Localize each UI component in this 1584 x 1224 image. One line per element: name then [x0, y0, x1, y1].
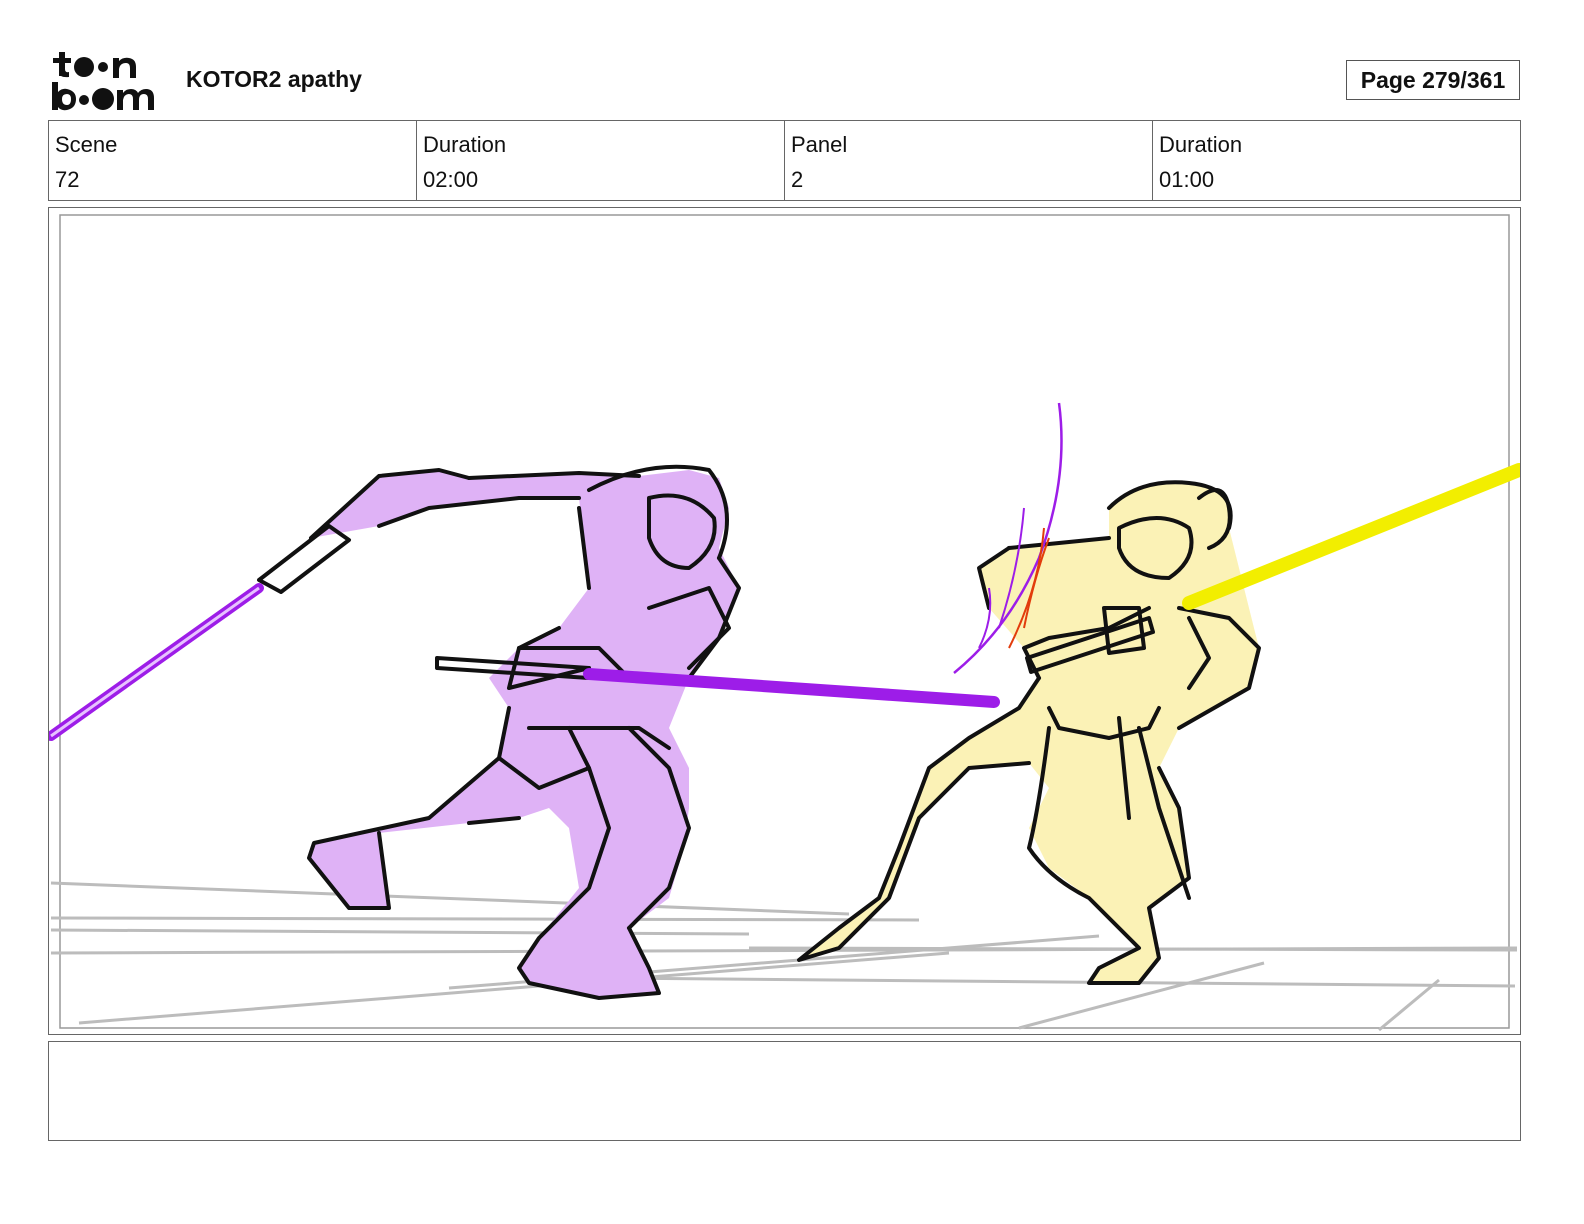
- scene-value: 72: [55, 167, 80, 192]
- scene-duration-label: Duration: [423, 132, 507, 157]
- ground-lines: [50, 881, 1518, 1032]
- camera-frame: [59, 214, 1510, 1029]
- panel-cell: Panel 2: [785, 121, 1153, 200]
- toonboom-logo: [50, 50, 164, 112]
- purple-saber-core: [50, 586, 260, 738]
- yellow-saber: [1182, 463, 1520, 610]
- panel-duration-label: Duration: [1159, 132, 1243, 157]
- panel-label: Panel: [791, 132, 848, 157]
- scene-duration-value: 02:00: [423, 167, 479, 192]
- panel-notes: [48, 1041, 1521, 1141]
- scene-info-table: Scene 72 Duration 02:00 Panel 2 Duration…: [48, 120, 1521, 201]
- scene-duration-cell: Duration 02:00: [417, 121, 785, 200]
- yellow-fighter: [797, 480, 1261, 985]
- project-title: KOTOR2 apathy: [186, 66, 362, 92]
- panel-duration-cell: Duration 01:00: [1153, 121, 1520, 200]
- scene-label: Scene: [55, 132, 118, 157]
- panel-sketch: [49, 214, 1520, 1032]
- panel-duration-value: 01:00: [1159, 167, 1215, 192]
- page-indicator: Page 279/361: [1346, 60, 1520, 100]
- panel-value: 2: [791, 167, 804, 192]
- scene-cell: Scene 72: [49, 121, 417, 200]
- storyboard-panel: [48, 207, 1521, 1035]
